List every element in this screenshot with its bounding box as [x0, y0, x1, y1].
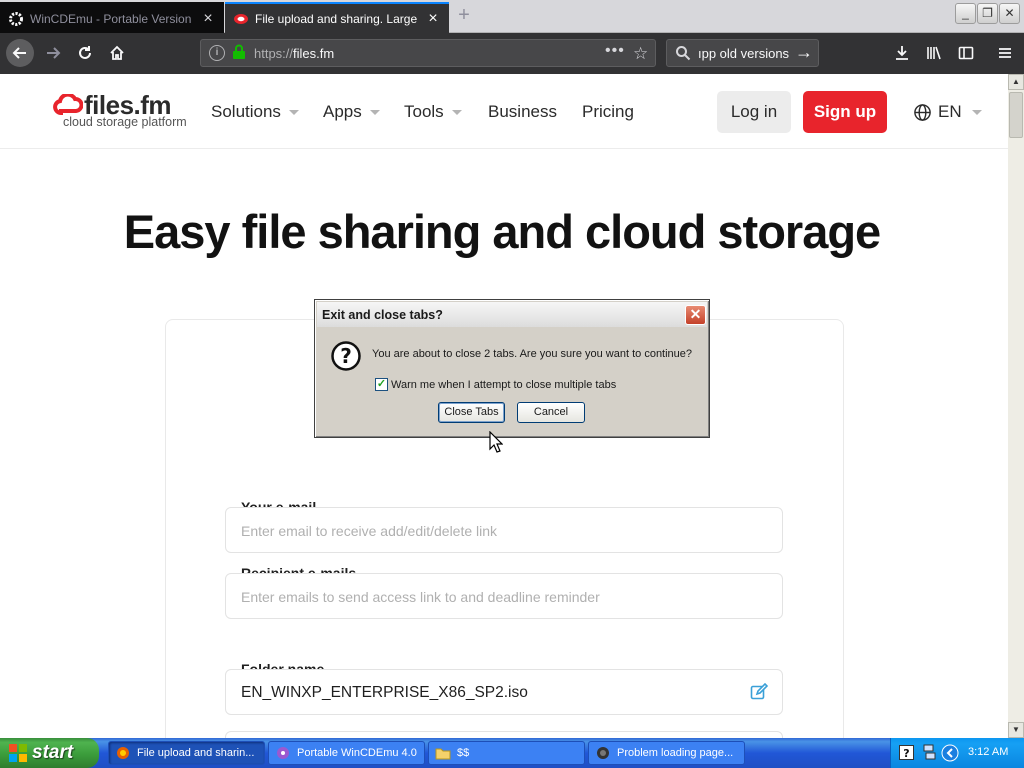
- chevron-down-icon: [288, 109, 299, 115]
- lock-icon[interactable]: [232, 44, 246, 65]
- email-placeholder: Enter email to receive add/edit/delete l…: [241, 523, 498, 539]
- site-header: files.fm cloud storage platform Solution…: [0, 74, 1008, 149]
- home-icon: [110, 45, 124, 60]
- task-firefox[interactable]: File upload and sharin...: [108, 741, 265, 765]
- svg-text:?: ?: [903, 747, 909, 760]
- signup-button[interactable]: Sign up: [803, 91, 887, 133]
- chevron-down-icon: [451, 109, 462, 115]
- expand-tray-icon[interactable]: [941, 744, 959, 762]
- task-problem-loading[interactable]: Problem loading page...: [588, 741, 745, 765]
- tab-files-fm[interactable]: File upload and sharing. Large file ×: [225, 2, 449, 33]
- scroll-down-icon[interactable]: ▼: [1008, 722, 1024, 738]
- download-icon: [896, 46, 908, 60]
- sidebar-icon: [958, 46, 974, 60]
- question-icon: ?: [330, 340, 362, 377]
- folder-name-value: EN_WINXP_ENTERPRISE_X86_SP2.iso: [241, 684, 528, 701]
- files-fm-logo[interactable]: files.fm cloud storage platform: [53, 90, 193, 133]
- menu-button[interactable]: [991, 39, 1019, 67]
- tab-title: File upload and sharing. Large file: [255, 11, 417, 26]
- search-icon: [675, 45, 691, 66]
- nav-business[interactable]: Business: [488, 102, 557, 122]
- recipients-field[interactable]: Enter emails to send access link to and …: [225, 573, 783, 619]
- globe-icon: [914, 103, 931, 121]
- browser-icon: [595, 745, 611, 761]
- login-button[interactable]: Log in: [717, 91, 791, 133]
- restore-button[interactable]: ❐: [977, 3, 998, 24]
- svg-text:?: ?: [340, 344, 352, 368]
- nav-tools[interactable]: Tools: [404, 102, 462, 122]
- forward-button[interactable]: [39, 39, 67, 67]
- home-button[interactable]: [103, 39, 131, 67]
- downloads-button[interactable]: [888, 39, 916, 67]
- task-wincdemu[interactable]: Portable WinCDEmu 4.0: [268, 741, 425, 765]
- close-tab-icon[interactable]: ×: [425, 10, 441, 27]
- edit-icon[interactable]: [750, 682, 769, 706]
- language-selector[interactable]: EN: [913, 102, 982, 122]
- minimize-button[interactable]: _: [955, 3, 976, 24]
- dialog-close-button[interactable]: ✕: [685, 305, 706, 325]
- close-tabs-button[interactable]: Close Tabs: [438, 402, 505, 423]
- library-button[interactable]: [920, 39, 948, 67]
- mouse-cursor-icon: [489, 431, 503, 453]
- folder-icon: [435, 745, 451, 761]
- email-field[interactable]: Enter email to receive add/edit/delete l…: [225, 507, 783, 553]
- windows-logo-icon: [9, 744, 27, 762]
- dialog-title: Exit and close tabs?: [322, 308, 443, 322]
- clock: 3:12 AM: [968, 746, 1009, 758]
- url-text[interactable]: https://files.fm: [254, 46, 334, 61]
- info-icon[interactable]: i: [209, 45, 225, 61]
- search-text[interactable]: ıpp old versions: [698, 46, 789, 61]
- system-tray: ? 3:12 AM: [890, 738, 1024, 768]
- chevron-down-icon: [369, 109, 380, 115]
- warn-checkbox-label[interactable]: Warn me when I attempt to close multiple…: [391, 379, 616, 391]
- address-bar[interactable]: i https://files.fm ••• ☆: [200, 39, 656, 67]
- arrow-right-icon: [47, 47, 61, 59]
- dialog-message: You are about to close 2 tabs. Are you s…: [372, 348, 693, 360]
- warn-checkbox[interactable]: ✓: [375, 378, 388, 391]
- folder-name-field[interactable]: EN_WINXP_ENTERPRISE_X86_SP2.iso: [225, 669, 783, 715]
- start-label: start: [32, 742, 74, 763]
- wincdemu-icon: [275, 745, 291, 761]
- bookmark-star-icon[interactable]: ☆: [633, 44, 648, 64]
- close-window-button[interactable]: ✕: [999, 3, 1020, 24]
- chevron-down-icon: [971, 109, 982, 115]
- logo-tagline: cloud storage platform: [63, 115, 187, 129]
- reload-icon: [79, 46, 91, 59]
- arrow-left-icon: [12, 47, 26, 59]
- search-go-icon[interactable]: →: [795, 42, 813, 63]
- nav-apps[interactable]: Apps: [323, 102, 380, 122]
- nav-pricing[interactable]: Pricing: [582, 102, 634, 122]
- tab-title: WinCDEmu - Portable Version (Run: [30, 11, 192, 26]
- page-actions-icon[interactable]: •••: [605, 42, 625, 60]
- scroll-up-icon[interactable]: ▲: [1008, 74, 1024, 90]
- recipients-placeholder: Enter emails to send access link to and …: [241, 589, 600, 605]
- sidebar-button[interactable]: [952, 39, 980, 67]
- next-field[interactable]: [225, 731, 783, 738]
- search-bar[interactable]: ıpp old versions →: [666, 39, 819, 67]
- nav-solutions[interactable]: Solutions: [211, 102, 299, 122]
- files-fm-favicon-icon: [233, 11, 249, 27]
- start-button[interactable]: start: [0, 738, 99, 768]
- firefox-icon: [115, 745, 131, 761]
- page-scrollbar[interactable]: ▲ ▼: [1008, 74, 1024, 738]
- tab-wincdemu[interactable]: WinCDEmu - Portable Version (Run ×: [0, 2, 224, 33]
- windows-taskbar: start File upload and sharin... Portable…: [0, 738, 1024, 768]
- page-headline: Easy file sharing and cloud storage: [123, 205, 881, 258]
- cancel-button[interactable]: Cancel: [517, 402, 585, 423]
- close-tabs-dialog: Exit and close tabs? ✕ ? You are about t…: [314, 299, 710, 438]
- back-button[interactable]: [6, 39, 34, 67]
- new-tab-icon[interactable]: +: [452, 4, 476, 28]
- hamburger-menu-icon: [999, 48, 1011, 58]
- task-folder[interactable]: $$: [428, 741, 585, 765]
- reload-button[interactable]: [71, 39, 99, 67]
- navigation-toolbar: i https://files.fm ••• ☆ ıpp old version…: [0, 33, 1024, 74]
- help-icon[interactable]: ?: [899, 745, 914, 760]
- tab-strip: WinCDEmu - Portable Version (Run × File …: [0, 0, 1024, 33]
- scroll-thumb[interactable]: [1009, 92, 1023, 138]
- library-icon: [927, 46, 941, 60]
- network-icon[interactable]: [922, 744, 936, 760]
- gear-icon: [8, 11, 24, 27]
- dialog-titlebar: Exit and close tabs? ✕: [317, 302, 707, 327]
- close-tab-icon[interactable]: ×: [200, 10, 216, 27]
